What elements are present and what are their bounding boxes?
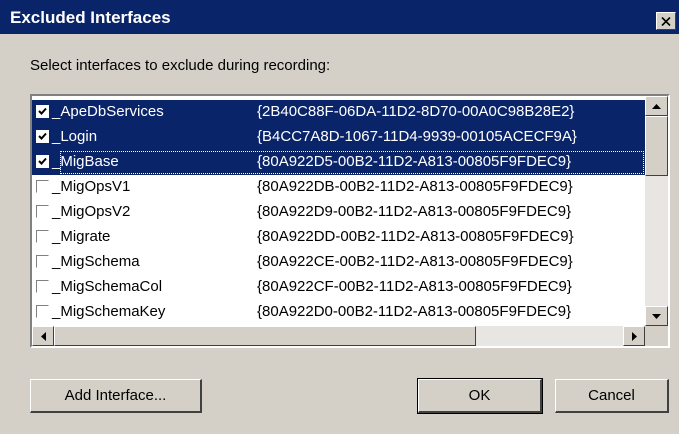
title-bar[interactable]: Excluded Interfaces <box>0 0 679 34</box>
horizontal-scroll-thumb[interactable] <box>54 326 476 346</box>
instruction-label: Select interfaces to exclude during reco… <box>30 57 331 74</box>
cancel-button[interactable]: Cancel <box>555 379 669 413</box>
list-item[interactable]: _MigSchemaKey {80A922D0-00B2-11D2-A813-00… <box>32 300 645 325</box>
list-item[interactable]: _Login {B4CC7A8D-1067-11D4-9939-00105ACEC… <box>32 125 645 150</box>
checkbox[interactable] <box>36 230 49 243</box>
interface-name: _MigBase <box>52 153 119 170</box>
arrow-right-icon <box>631 331 637 341</box>
interface-guid: {80A922CE-00B2-11D2-A813-00805F9FDEC9} <box>257 253 573 270</box>
checkmark-icon <box>38 132 47 140</box>
window-title: Excluded Interfaces <box>10 8 171 27</box>
scroll-right-button[interactable] <box>623 326 645 346</box>
interface-name: _MigOpsV1 <box>52 178 131 195</box>
checkbox[interactable] <box>36 105 49 118</box>
list-item[interactable]: _MigSchemaCol {80A922CF-00B2-11D2-A813-00… <box>32 275 645 300</box>
interface-guid: {B4CC7A8D-1067-11D4-9939-00105ACECF9A} <box>257 128 577 145</box>
checkbox[interactable] <box>36 130 49 143</box>
vertical-scrollbar[interactable] <box>645 96 668 326</box>
horizontal-scrollbar[interactable] <box>32 326 645 346</box>
interface-name: _MigOpsV2 <box>52 203 131 220</box>
interface-guid: {80A922D9-00B2-11D2-A813-00805F9FDEC9} <box>257 203 572 220</box>
add-interface-button[interactable]: Add Interface... <box>30 379 202 413</box>
interface-name: _MigSchemaCol <box>52 278 163 295</box>
arrow-left-icon <box>40 331 46 341</box>
close-button[interactable] <box>656 12 676 30</box>
interface-guid: {80A922D5-00B2-11D2-A813-00805F9FDEC9} <box>257 153 572 170</box>
vertical-scroll-thumb[interactable] <box>645 116 668 176</box>
interface-guid: {80A922D0-00B2-11D2-A813-00805F9FDEC9} <box>257 303 572 320</box>
checkbox[interactable] <box>36 155 49 168</box>
list-item[interactable]: _MigOpsV1 {80A922DB-00B2-11D2-A813-00805F… <box>32 175 645 200</box>
arrow-up-icon <box>652 103 661 109</box>
interface-name: _Login <box>52 128 98 145</box>
list-item[interactable]: _MigOpsV2 {80A922D9-00B2-11D2-A813-00805F… <box>32 200 645 225</box>
list-item[interactable]: _MigBase {80A922D5-00B2-11D2-A813-00805F9… <box>32 150 645 175</box>
list-item[interactable]: _MigSchema {80A922CE-00B2-11D2-A813-00805… <box>32 250 645 275</box>
interface-name: _MigSchema <box>52 253 140 270</box>
list-item[interactable]: _ApeDbServices {2B40C88F-06DA-11D2-8D70-0… <box>32 100 645 125</box>
arrow-down-icon <box>652 313 661 319</box>
checkmark-icon <box>38 107 47 115</box>
interface-guid: {80A922DB-00B2-11D2-A813-00805F9FDEC9} <box>257 178 573 195</box>
checkmark-icon <box>38 157 47 165</box>
list-item[interactable]: _Migrate {80A922DD-00B2-11D2-A813-00805F9… <box>32 225 645 250</box>
interface-guid: {80A922DD-00B2-11D2-A813-00805F9FDEC9} <box>257 228 574 245</box>
scroll-up-button[interactable] <box>645 96 668 116</box>
checkbox[interactable] <box>36 205 49 218</box>
scrollbar-corner <box>645 326 668 346</box>
ok-button[interactable]: OK <box>417 378 543 414</box>
interface-name: _ApeDbServices <box>52 103 164 120</box>
close-icon <box>661 16 671 26</box>
scroll-left-button[interactable] <box>32 326 54 346</box>
excluded-interfaces-dialog: Excluded Interfaces Select interfaces to… <box>0 0 679 434</box>
interface-guid: {80A922CF-00B2-11D2-A813-00805F9FDEC9} <box>257 278 572 295</box>
interface-name: _Migrate <box>52 228 111 245</box>
checkbox[interactable] <box>36 305 49 318</box>
checkbox[interactable] <box>36 280 49 293</box>
checkbox[interactable] <box>36 180 49 193</box>
checkbox[interactable] <box>36 255 49 268</box>
scroll-down-button[interactable] <box>645 306 668 326</box>
interfaces-list: _ApeDbServices {2B40C88F-06DA-11D2-8D70-0… <box>32 96 645 326</box>
interfaces-listbox[interactable]: _ApeDbServices {2B40C88F-06DA-11D2-8D70-0… <box>30 94 670 348</box>
interface-name: _MigSchemaKey <box>52 303 166 320</box>
interface-guid: {2B40C88F-06DA-11D2-8D70-00A0C98B28E2} <box>257 103 575 120</box>
